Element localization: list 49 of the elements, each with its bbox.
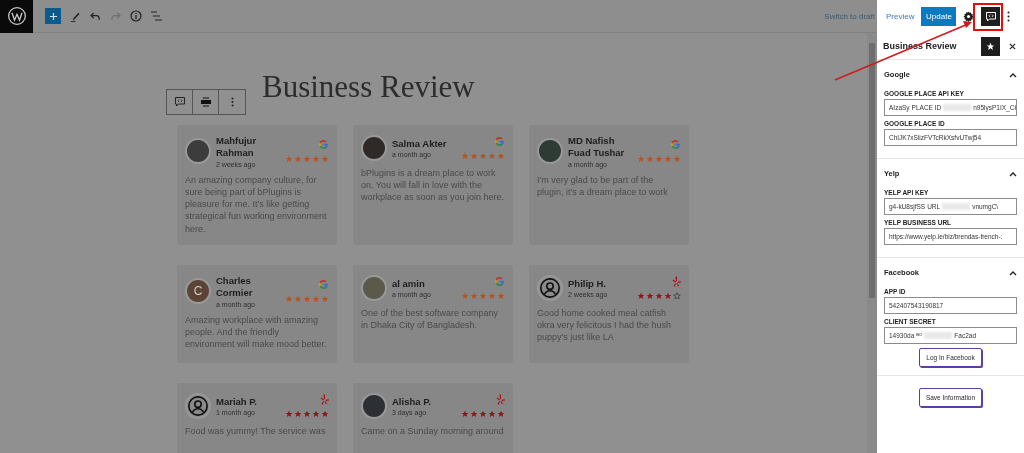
highlight-frame — [973, 3, 1003, 31]
code-bubble-icon — [173, 96, 186, 108]
chevron-up-icon — [1009, 269, 1017, 276]
photo-placeholder — [361, 392, 387, 419]
google-logo-icon — [494, 136, 505, 147]
pencil-icon[interactable] — [70, 10, 81, 22]
reviewer-name: MD Nafish Fuad Tushar — [568, 135, 626, 160]
chevron-up-icon — [1009, 170, 1017, 177]
reviewer-name: Charles Cormier — [216, 274, 254, 300]
google-logo-icon — [670, 139, 681, 151]
letter-avatar: C — [185, 278, 211, 305]
settings-icon[interactable] — [963, 11, 975, 22]
undo-icon[interactable] — [90, 11, 101, 21]
update-button[interactable]: Update — [921, 7, 957, 26]
google-logo-icon — [318, 139, 329, 151]
star-icon — [986, 41, 995, 51]
reviewer-name: Alisha P. — [392, 395, 432, 409]
yelp-burst-icon — [672, 275, 681, 287]
plus-icon — [48, 11, 58, 21]
favorite-button[interactable] — [981, 36, 1000, 56]
close-icon[interactable] — [1009, 42, 1016, 50]
chevron-up-icon — [1009, 71, 1017, 78]
empty-star-icon — [673, 291, 681, 300]
photo-placeholder — [361, 274, 387, 301]
google-logo-icon — [318, 279, 329, 291]
photo-placeholder — [361, 135, 387, 161]
photo-placeholder — [185, 138, 211, 165]
reviewer-name: Mariah P. — [216, 395, 258, 409]
wordpress-logo-icon[interactable] — [0, 0, 33, 33]
reviewer-name: Mahfujur Rahman — [216, 135, 258, 160]
page-title: Business Review — [262, 69, 475, 105]
yelp-burst-icon — [320, 393, 329, 405]
user-avatar-icon — [185, 392, 211, 419]
reviewer-name: al amin — [392, 277, 426, 291]
kebab-icon — [230, 97, 234, 107]
google-logo-icon — [494, 275, 505, 287]
code-bubble-icon — [984, 10, 997, 23]
add-block-button[interactable] — [45, 8, 61, 24]
preview-button[interactable]: Preview — [886, 12, 915, 21]
photo-placeholder — [537, 138, 563, 165]
scrollbar[interactable] — [867, 33, 877, 453]
reviewer-name: Salma Akter — [392, 137, 448, 151]
yelp-burst-icon — [496, 393, 505, 405]
block-settings-button[interactable] — [981, 7, 1001, 26]
align-icon — [200, 97, 211, 107]
user-avatar-icon — [537, 274, 563, 301]
kebab-menu-icon[interactable] — [1007, 11, 1011, 22]
reviewer-name: Philip H. — [568, 277, 607, 291]
info-icon[interactable] — [130, 10, 142, 22]
